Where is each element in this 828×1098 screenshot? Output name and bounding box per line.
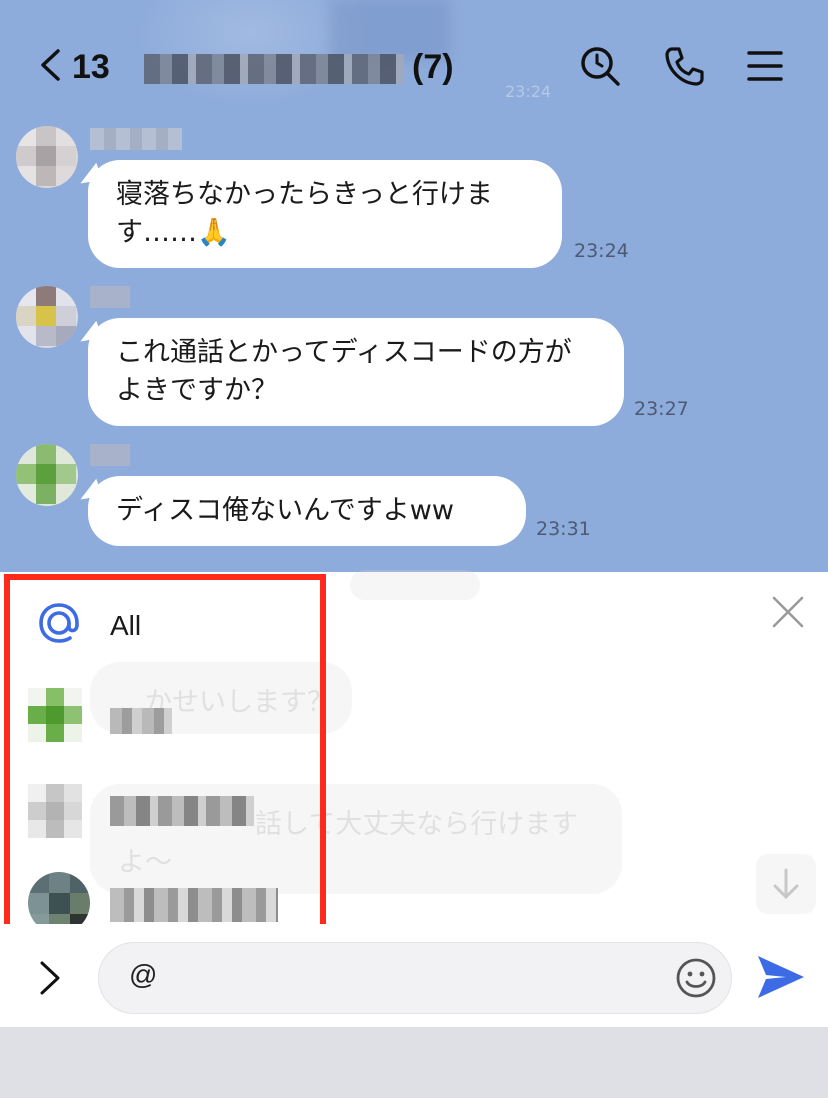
blurred-sender-name (90, 128, 182, 150)
blurred-group-name (144, 54, 404, 84)
faded-date-pill (350, 570, 480, 600)
message-time: 23:24 (574, 240, 629, 262)
message-bubble[interactable]: これ通話とかってディスコードの方がよきですか？ (88, 318, 624, 426)
search-icon[interactable] (578, 44, 622, 88)
arrow-down-icon (773, 868, 799, 900)
message-input-bar: @ (0, 924, 828, 1027)
send-icon[interactable] (756, 954, 806, 1000)
close-icon[interactable] (770, 594, 806, 630)
phone-call-icon[interactable] (662, 44, 706, 88)
menu-icon[interactable] (743, 44, 787, 88)
blurred-sender-name (90, 286, 130, 308)
mention-suggestion-list: All (4, 574, 326, 940)
mention-item-member[interactable] (10, 780, 330, 860)
chat-title: (7) (140, 48, 460, 88)
mention-all-label: All (110, 610, 142, 641)
chat-header: 13 (7) 23:24 (0, 30, 828, 106)
at-sign-icon (39, 603, 79, 643)
message-input-text[interactable]: @ (129, 959, 157, 991)
blurred-sender-name (90, 444, 130, 466)
blurred-member-name (110, 708, 172, 734)
chevron-right-icon[interactable] (34, 960, 64, 996)
message-bubble[interactable]: ディスコ俺ないんですよww (88, 476, 526, 546)
member-avatar (28, 688, 82, 742)
blurred-member-name (110, 888, 278, 922)
emoji-icon[interactable] (675, 957, 717, 999)
member-count: (7) (412, 48, 454, 86)
message-time: 23:27 (634, 398, 689, 420)
message-time: 23:31 (536, 518, 591, 540)
faded-timestamp: 23:24 (505, 82, 552, 101)
mention-item-member[interactable] (10, 684, 330, 764)
unread-count[interactable]: 13 (72, 48, 110, 87)
keyboard-area (0, 1027, 828, 1098)
message-input[interactable]: @ (98, 942, 732, 1014)
avatar[interactable] (16, 444, 78, 506)
message-bubble[interactable]: 寝落ちなかったらきっと行けます……🙏 (88, 160, 562, 268)
avatar[interactable] (16, 286, 78, 348)
member-avatar (28, 784, 82, 838)
back-chevron-icon[interactable] (36, 48, 66, 82)
scroll-down-button[interactable] (756, 854, 816, 914)
blurred-member-name (110, 796, 254, 826)
avatar[interactable] (16, 126, 78, 188)
mention-item-all[interactable]: All (10, 594, 330, 674)
